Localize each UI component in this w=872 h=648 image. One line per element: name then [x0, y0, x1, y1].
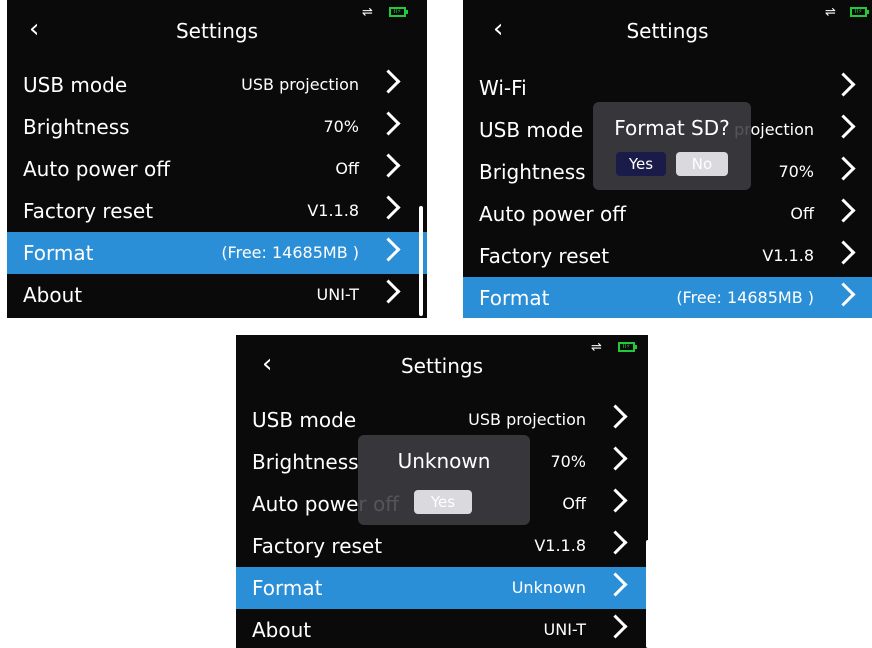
row-value: Unknown	[511, 578, 586, 597]
dialog-title: Format SD?	[614, 116, 730, 140]
usb-icon: ⇌	[362, 5, 373, 20]
settings-row-usb-mode[interactable]: USB mode USB projection	[7, 64, 427, 106]
settings-row-about[interactable]: About UNI-T	[236, 609, 648, 648]
row-label: Brightness	[252, 450, 359, 474]
row-value: UNI-T	[316, 285, 359, 304]
chevron-right-icon	[603, 404, 628, 429]
settings-row-factory-reset[interactable]: Factory reset V1.1.8	[236, 525, 648, 567]
settings-row-auto-power-off[interactable]: Auto power off Off	[463, 193, 872, 235]
row-label: USB mode	[23, 73, 128, 97]
unknown-dialog: Unknown Yes	[358, 435, 530, 525]
row-label: USB mode	[252, 408, 357, 432]
row-value: 70%	[778, 162, 814, 181]
header: ‹ Settings ⇌ II⚡	[7, 0, 427, 64]
chevron-right-icon	[603, 572, 628, 597]
settings-row-auto-power-off[interactable]: Auto power off Off	[7, 148, 427, 190]
chevron-right-icon	[603, 614, 628, 639]
row-label: Format	[23, 241, 94, 265]
battery-icon: II⚡	[618, 342, 637, 352]
chevron-right-icon	[603, 488, 628, 513]
row-value: Off	[335, 159, 359, 178]
battery-icon: II⚡	[389, 7, 408, 17]
page-title: Settings	[400, 354, 484, 378]
chevron-right-icon	[603, 530, 628, 555]
row-value: (Free: 14685MB )	[676, 288, 814, 307]
chevron-right-icon	[831, 282, 856, 307]
row-value: Off	[790, 204, 814, 223]
settings-row-format[interactable]: Format Unknown	[236, 567, 648, 609]
usb-icon: ⇌	[825, 5, 836, 20]
row-label: About	[252, 618, 312, 642]
row-value: V1.1.8	[307, 201, 359, 220]
chevron-right-icon	[376, 153, 401, 178]
row-label: USB mode	[479, 118, 584, 142]
row-label: Factory reset	[252, 534, 383, 558]
chevron-right-icon	[376, 279, 401, 304]
row-label: Format	[479, 286, 550, 310]
row-label: Wi-Fi	[479, 76, 527, 100]
chevron-right-icon	[831, 114, 856, 139]
row-label: About	[23, 283, 83, 307]
no-button[interactable]: No	[676, 152, 728, 176]
usb-icon: ⇌	[591, 340, 602, 355]
row-value: 70%	[323, 117, 359, 136]
yes-button[interactable]: Yes	[616, 152, 666, 176]
settings-screen-2: ‹ Settings ⇌ II⚡ Wi-Fi USB mode projecti…	[463, 0, 872, 318]
dialog-title: Unknown	[397, 449, 491, 473]
row-label: Auto power off	[479, 202, 626, 226]
row-value: V1.1.8	[762, 246, 814, 265]
row-label: Auto power off	[23, 157, 170, 181]
row-value: 70%	[550, 452, 586, 471]
chevron-right-icon	[831, 156, 856, 181]
scrollbar[interactable]	[646, 540, 648, 648]
row-value: (Free: 14685MB )	[221, 243, 359, 262]
header: ‹ Settings ⇌ II⚡	[236, 335, 648, 399]
row-value: USB projection	[241, 75, 359, 94]
row-label: Brightness	[479, 160, 586, 184]
yes-button[interactable]: Yes	[414, 490, 472, 514]
settings-row-factory-reset[interactable]: Factory reset V1.1.8	[7, 190, 427, 232]
settings-screen-1: ‹ Settings ⇌ II⚡ USB mode USB projection…	[7, 0, 427, 318]
page-title: Settings	[626, 19, 709, 43]
row-value: V1.1.8	[534, 536, 586, 555]
row-value: Off	[562, 494, 586, 513]
scrollbar[interactable]	[419, 206, 423, 316]
row-label: Brightness	[23, 115, 130, 139]
header: ‹ Settings ⇌ II⚡	[463, 0, 872, 64]
chevron-right-icon	[376, 237, 401, 262]
page-title: Settings	[175, 19, 259, 43]
format-sd-dialog: Format SD? Yes No	[593, 102, 751, 190]
settings-row-factory-reset[interactable]: Factory reset V1.1.8	[463, 235, 872, 277]
row-label: Factory reset	[23, 199, 154, 223]
settings-row-format[interactable]: Format (Free: 14685MB )	[7, 232, 427, 274]
chevron-right-icon	[376, 195, 401, 220]
settings-row-about[interactable]: About UNI-T	[7, 274, 427, 316]
row-label: Factory reset	[479, 244, 610, 268]
chevron-right-icon	[831, 198, 856, 223]
chevron-right-icon	[376, 69, 401, 94]
chevron-right-icon	[603, 446, 628, 471]
settings-row-brightness[interactable]: Brightness 70%	[7, 106, 427, 148]
chevron-right-icon	[831, 72, 856, 97]
settings-screen-3: ‹ Settings ⇌ II⚡ USB mode USB projection…	[236, 335, 648, 648]
chevron-right-icon	[831, 240, 856, 265]
row-value: UNI-T	[543, 620, 586, 639]
chevron-right-icon	[376, 111, 401, 136]
settings-row-format[interactable]: Format (Free: 14685MB )	[463, 277, 872, 318]
row-label: Format	[252, 576, 323, 600]
battery-icon: II⚡	[850, 7, 869, 17]
